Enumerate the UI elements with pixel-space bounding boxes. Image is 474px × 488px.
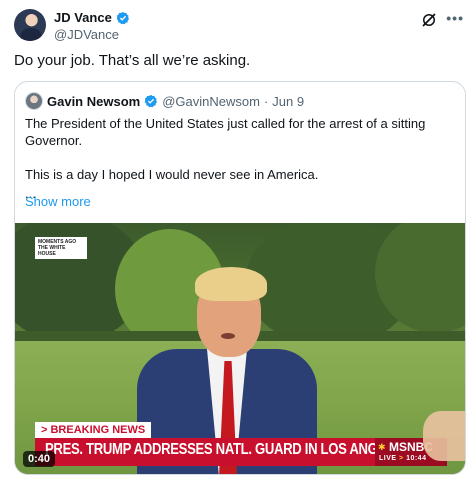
author-name-row: JD Vance (54, 10, 130, 25)
quoted-post-text: The President of the United States just … (25, 115, 445, 200)
separator-dot: · (263, 93, 269, 109)
mouth (221, 333, 235, 339)
quoted-author-avatar[interactable] (25, 92, 43, 110)
headline-banner: PRES. TRUMP ADDRESSES NATL. GUARD IN LOS… (35, 438, 447, 466)
breaking-news-label: > BREAKING NEWS (35, 422, 152, 438)
quoted-author-name[interactable]: Gavin Newsom (47, 94, 140, 109)
foreground-hand (423, 411, 465, 461)
peacock-logo-icon: ✱ (378, 442, 386, 452)
quoted-post-header: Gavin Newsom @GavinNewsom · Jun 9 (25, 92, 304, 110)
live-label: LIVE (379, 455, 397, 462)
live-indicator: LIVE > 10:44 (379, 455, 426, 462)
author-avatar[interactable] (14, 9, 46, 41)
post-header: JD Vance @JDVance ••• (14, 8, 466, 48)
quoted-post[interactable]: Gavin Newsom @GavinNewsom · Jun 9 The Pr… (14, 81, 466, 475)
video-player[interactable]: MOMENTS AGO THE WHITE HOUSE > BREAKING N… (15, 223, 465, 474)
live-time: 10:44 (406, 455, 427, 462)
quoted-post-date[interactable]: Jun 9 (272, 94, 304, 109)
video-duration-badge: 0:40 (23, 451, 56, 467)
verified-badge-icon (116, 11, 129, 24)
quoted-text-line-1: The President of the United States just … (25, 116, 426, 148)
grok-icon[interactable] (420, 11, 438, 29)
live-arrow: > (399, 455, 404, 462)
author-name[interactable]: JD Vance (54, 10, 112, 25)
more-icon[interactable]: ••• (446, 11, 464, 25)
moments-ago-bug: MOMENTS AGO THE WHITE HOUSE (35, 237, 87, 259)
headline-text: PRES. TRUMP ADDRESSES NATL. GUARD IN LOS… (45, 441, 411, 458)
quoted-text-line-2: This is a day I hoped I would never see … (25, 167, 319, 182)
show-more-link[interactable]: Show more (25, 194, 91, 209)
post-text: Do your job. That’s all we’re asking. (14, 52, 251, 69)
verified-badge-icon (145, 94, 158, 108)
quoted-author-handle[interactable]: @GavinNewsom (162, 94, 260, 109)
hair (195, 267, 267, 301)
author-handle[interactable]: @JDVance (54, 27, 119, 42)
